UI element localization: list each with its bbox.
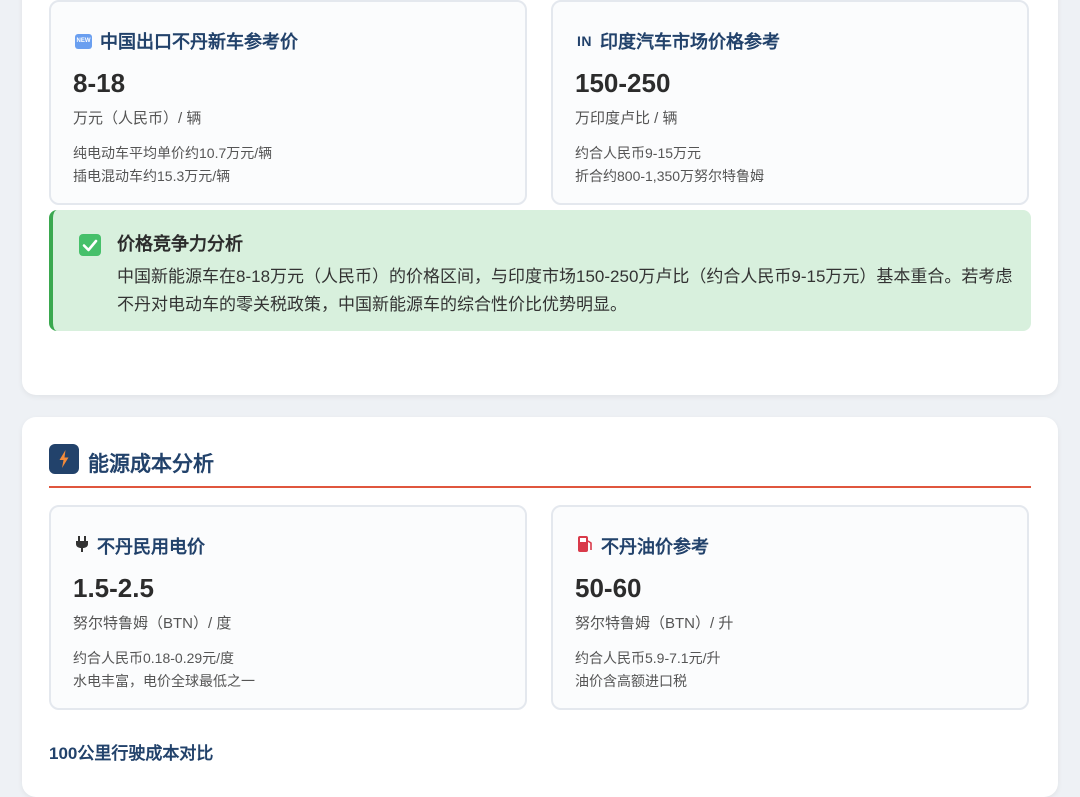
card-title: 不丹民用电价: [97, 537, 205, 557]
card-header: 不丹油价参考: [577, 533, 709, 559]
new-badge-icon: NEW: [75, 33, 92, 49]
lightning-icon: [49, 444, 79, 474]
analysis-body: 中国新能源车在8-18万元（人民币）的价格区间，与印度市场150-250万卢比（…: [117, 267, 1013, 314]
bhutan-electricity-price-card: 不丹民用电价 1.5-2.5 努尔特鲁姆（BTN）/ 度 约合人民币0.18-0…: [49, 505, 527, 710]
price-value: 50-60: [575, 573, 642, 603]
price-competitiveness-analysis: 价格竞争力分析 中国新能源车在8-18万元（人民币）的价格区间，与印度市场150…: [49, 210, 1031, 331]
section-divider: [49, 486, 1031, 488]
bhutan-fuel-price-card: 不丹油价参考 50-60 努尔特鲁姆（BTN）/ 升 约合人民币5.9-7.1元…: [551, 505, 1029, 710]
china-export-price-card: NEW 中国出口不丹新车参考价 8-18 万元（人民币）/ 辆 纯电动车平均单价…: [49, 0, 527, 205]
price-unit: 努尔特鲁姆（BTN）/ 度: [73, 615, 232, 632]
analysis-title: 价格竞争力分析: [117, 234, 243, 254]
driving-cost-comparison-title: 100公里行驶成本对比: [49, 744, 214, 763]
checkmark-icon: [79, 234, 101, 256]
price-unit: 努尔特鲁姆（BTN）/ 升: [575, 615, 734, 632]
price-section: NEW 中国出口不丹新车参考价 8-18 万元（人民币）/ 辆 纯电动车平均单价…: [22, 0, 1058, 395]
card-header: IN 印度汽车市场价格参考: [577, 28, 780, 54]
card-note: 约合人民币5.9-7.1元/升: [575, 650, 721, 666]
fuel-pump-icon: [577, 535, 593, 558]
price-value: 1.5-2.5: [73, 573, 154, 603]
card-header: 不丹民用电价: [75, 533, 205, 559]
card-note: 油价含高额进口税: [575, 673, 687, 689]
card-note: 折合约800-1,350万努尔特鲁姆: [575, 168, 765, 184]
card-note: 水电丰富，电价全球最低之一: [73, 673, 255, 689]
plug-icon: [75, 535, 89, 558]
price-unit: 万元（人民币）/ 辆: [73, 110, 202, 127]
card-title: 印度汽车市场价格参考: [600, 32, 780, 52]
card-note: 插电混动车约15.3万元/辆: [73, 168, 231, 184]
section-title: 能源成本分析: [88, 453, 214, 476]
card-title: 不丹油价参考: [601, 537, 709, 557]
card-title: 中国出口不丹新车参考价: [100, 32, 298, 52]
card-note: 纯电动车平均单价约10.7万元/辆: [73, 145, 273, 161]
price-unit: 万印度卢比 / 辆: [575, 110, 678, 127]
price-value: 150-250: [575, 68, 671, 98]
card-note: 约合人民币9-15万元: [575, 145, 702, 161]
price-value: 8-18: [73, 68, 126, 98]
energy-cost-section: 能源成本分析 不丹民用电价 1.5-2.5 努尔特鲁姆（BTN）/ 度 约合人民…: [22, 417, 1058, 797]
india-market-price-card: IN 印度汽车市场价格参考 150-250 万印度卢比 / 辆 约合人民币9-1…: [551, 0, 1029, 205]
india-flag-icon: IN: [577, 33, 592, 49]
card-header: NEW 中国出口不丹新车参考价: [75, 28, 298, 54]
card-note: 约合人民币0.18-0.29元/度: [73, 650, 235, 666]
